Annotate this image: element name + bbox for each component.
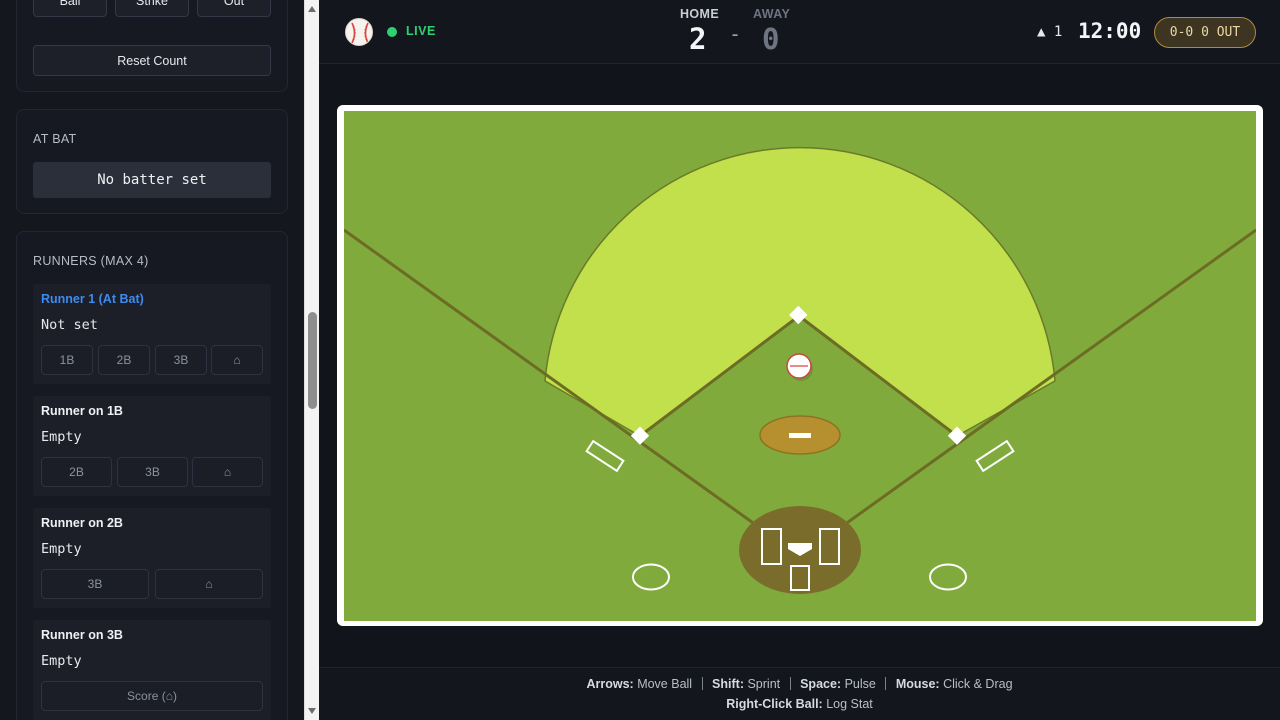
live-indicator-icon bbox=[387, 27, 397, 37]
score-separator: - bbox=[729, 22, 742, 46]
runners-panel: RUNNERS (MAX 4) Runner 1 (At Bat) Not se… bbox=[16, 231, 288, 720]
pitchers-rubber bbox=[789, 433, 811, 438]
at-bat-title: AT BAT bbox=[33, 132, 77, 146]
advance-home-button[interactable]: ⌂ bbox=[211, 345, 263, 375]
baseball-field[interactable] bbox=[344, 111, 1256, 621]
ball-button[interactable]: Ball bbox=[33, 0, 107, 17]
home-team-label: HOME bbox=[680, 7, 720, 21]
runner-card-3b: Runner on 3B Empty Score (⌂) bbox=[33, 620, 271, 720]
separator bbox=[885, 677, 887, 690]
scoreboard-bar: LIVE HOME 2 - AWAY 0 ▲ 1 12:00 0-0 0 OUT bbox=[319, 0, 1280, 64]
batter-display[interactable]: No batter set bbox=[33, 162, 271, 198]
game-clock: 12:00 bbox=[1078, 19, 1142, 43]
shortcut-action: Log Stat bbox=[826, 697, 873, 711]
shortcut-action: Sprint bbox=[747, 677, 781, 691]
scroll-thumb[interactable] bbox=[308, 312, 317, 409]
out-button[interactable]: Out bbox=[197, 0, 271, 17]
inning-indicator: ▲ 1 bbox=[1037, 24, 1063, 40]
separator bbox=[789, 677, 791, 690]
score-button[interactable]: Score (⌂) bbox=[41, 681, 263, 711]
runner-status: Empty bbox=[41, 541, 82, 557]
strike-button[interactable]: Strike bbox=[115, 0, 189, 17]
at-bat-panel: AT BAT No batter set bbox=[16, 109, 288, 214]
advance-home-button[interactable]: ⌂ bbox=[192, 457, 263, 487]
runner-title: Runner 1 (At Bat) bbox=[41, 292, 144, 306]
baseball-logo-icon bbox=[345, 18, 373, 46]
runners-title: RUNNERS (MAX 4) bbox=[33, 254, 149, 268]
shortcut-key: Arrows: bbox=[586, 677, 634, 691]
advance-3b-button[interactable]: 3B bbox=[155, 345, 207, 375]
shortcut-line: Arrows: Move Ball Shift: Sprint Space: P… bbox=[319, 677, 1280, 691]
runner-title: Runner on 2B bbox=[41, 516, 123, 530]
runner-status: Empty bbox=[41, 653, 82, 669]
count-badge: 0-0 0 OUT bbox=[1154, 17, 1256, 48]
shortcut-key: Shift: bbox=[712, 677, 744, 691]
advance-2b-button[interactable]: 2B bbox=[41, 457, 112, 487]
advance-1b-button[interactable]: 1B bbox=[41, 345, 93, 375]
runner-card-at-bat: Runner 1 (At Bat) Not set 1B 2B 3B ⌂ bbox=[33, 284, 271, 384]
separator bbox=[701, 677, 703, 690]
shortcut-action: Click & Drag bbox=[943, 677, 1013, 691]
away-team-label: AWAY bbox=[753, 7, 791, 21]
count-panel: Ball Strike Out Reset Count bbox=[16, 0, 288, 92]
runner-status: Empty bbox=[41, 429, 82, 445]
away-score: 0 bbox=[762, 22, 780, 56]
home-score: 2 bbox=[689, 22, 707, 56]
runner-status: Not set bbox=[41, 317, 98, 333]
shortcut-line-secondary: Right-Click Ball: Log Stat bbox=[319, 697, 1280, 711]
main-area: LIVE HOME 2 - AWAY 0 ▲ 1 12:00 0-0 0 OUT bbox=[319, 0, 1280, 720]
scroll-up-arrow-icon[interactable] bbox=[308, 6, 316, 12]
scroll-down-arrow-icon[interactable] bbox=[308, 708, 316, 714]
advance-3b-button[interactable]: 3B bbox=[117, 457, 188, 487]
runner-card-2b: Runner on 2B Empty 3B ⌂ bbox=[33, 508, 271, 608]
field-container bbox=[337, 105, 1263, 626]
shortcut-action: Move Ball bbox=[637, 677, 693, 691]
shortcut-action: Pulse bbox=[844, 677, 876, 691]
runner-title: Runner on 1B bbox=[41, 404, 123, 418]
advance-3b-button[interactable]: 3B bbox=[41, 569, 149, 599]
runner-card-1b: Runner on 1B Empty 2B 3B ⌂ bbox=[33, 396, 271, 496]
reset-count-button[interactable]: Reset Count bbox=[33, 45, 271, 76]
sidebar-scrollbar[interactable] bbox=[304, 0, 319, 720]
runner-title: Runner on 3B bbox=[41, 628, 123, 642]
shortcut-key: Mouse: bbox=[895, 677, 940, 691]
shortcut-key: Right-Click Ball: bbox=[726, 697, 823, 711]
advance-home-button[interactable]: ⌂ bbox=[155, 569, 263, 599]
control-sidebar[interactable]: Ball Strike Out Reset Count AT BAT No ba… bbox=[0, 0, 304, 720]
app-window: Ball Strike Out Reset Count AT BAT No ba… bbox=[0, 0, 1280, 720]
advance-2b-button[interactable]: 2B bbox=[98, 345, 150, 375]
controls-help: Arrows: Move Ball Shift: Sprint Space: P… bbox=[319, 667, 1280, 720]
live-label: LIVE bbox=[406, 24, 436, 38]
shortcut-key: Space: bbox=[800, 677, 842, 691]
